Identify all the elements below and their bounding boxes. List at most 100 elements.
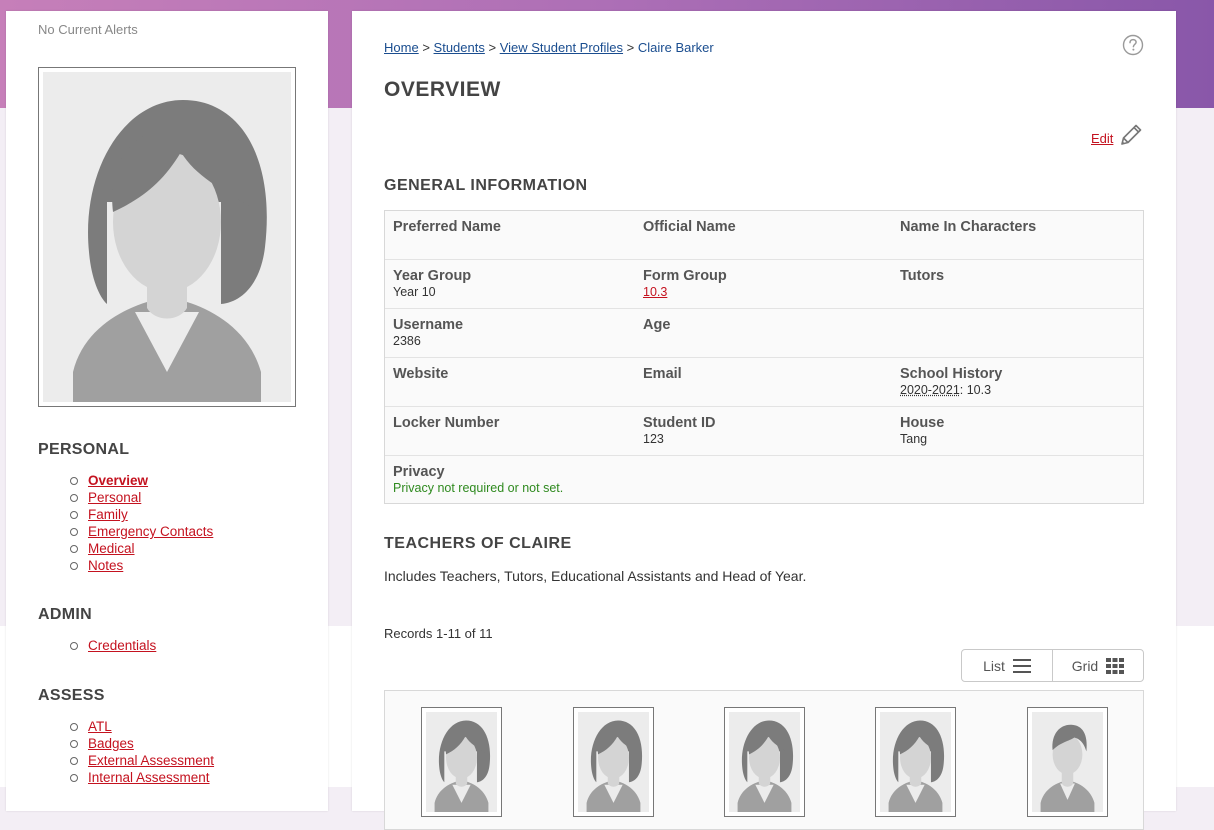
info-row: Year Group Year 10 Form Group 10.3 Tutor…	[385, 260, 1143, 309]
nav-link-overview[interactable]: Overview	[88, 473, 148, 488]
year-group-cell: Year Group Year 10	[393, 268, 471, 299]
teacher-thumbnail[interactable]	[724, 707, 805, 817]
house-value: Tang	[900, 432, 928, 446]
nav-item-external-assessment: External Assessment	[69, 752, 214, 769]
preferred-name-label: Preferred Name	[393, 219, 501, 235]
page-title: OVERVIEW	[384, 78, 501, 101]
breadcrumb: Home > Students > View Student Profiles …	[384, 40, 714, 55]
nav-item-internal-assessment: Internal Assessment	[69, 769, 214, 786]
school-history-cell: School History 2020-2021: 10.3	[900, 366, 1002, 397]
nav-item-family: Family	[69, 506, 213, 523]
username-value: 2386	[393, 334, 421, 348]
breadcrumb-home[interactable]: Home	[384, 40, 419, 55]
teacher-thumbnail[interactable]	[421, 707, 502, 817]
nav-heading-admin: ADMIN	[38, 606, 92, 623]
privacy-label: Privacy	[393, 464, 445, 480]
info-row: Username 2386 Age	[385, 309, 1143, 358]
info-row: Preferred Name Official Name Name In Cha…	[385, 211, 1143, 260]
female-silhouette-icon	[729, 712, 800, 812]
general-information-table: Preferred Name Official Name Name In Cha…	[384, 210, 1144, 504]
nav-item-personal: Personal	[69, 489, 213, 506]
question-circle-icon[interactable]	[1122, 34, 1144, 56]
username-cell: Username 2386	[393, 317, 463, 348]
nav-item-emergency-contacts: Emergency Contacts	[69, 523, 213, 540]
form-group-link[interactable]: 10.3	[643, 285, 727, 299]
nav-list-assess: ATL Badges External Assessment Internal …	[38, 718, 214, 786]
alerts-text: No Current Alerts	[38, 22, 138, 37]
official-name-label: Official Name	[643, 219, 736, 235]
nav-link-badges[interactable]: Badges	[88, 736, 134, 751]
breadcrumb-separator: >	[422, 40, 430, 55]
male-silhouette-icon	[1032, 712, 1103, 812]
email-label: Email	[643, 366, 682, 382]
teacher-thumbnail[interactable]	[875, 707, 956, 817]
breadcrumb-students[interactable]: Students	[434, 40, 485, 55]
nav-link-emergency-contacts[interactable]: Emergency Contacts	[88, 524, 213, 539]
info-row: Website Email School History 2020-2021: …	[385, 358, 1143, 407]
nav-heading-personal: PERSONAL	[38, 441, 130, 458]
username-label: Username	[393, 317, 464, 333]
nav-link-personal[interactable]: Personal	[88, 490, 141, 505]
teacher-thumbnail[interactable]	[1027, 707, 1108, 817]
name-in-characters-label: Name In Characters	[900, 219, 1037, 235]
sidebar: No Current Alerts PERSONAL Overview Pers…	[6, 11, 328, 811]
school-history-year: 2020-2021	[900, 383, 960, 397]
student-id-label: Student ID	[643, 415, 716, 431]
main-panel: Home > Students > View Student Profiles …	[352, 11, 1176, 830]
grid-view-label: Grid	[1071, 657, 1099, 674]
student-id-cell: Student ID 123	[643, 415, 716, 446]
student-photo	[38, 67, 296, 407]
pencil-icon[interactable]	[1118, 122, 1144, 148]
form-group-label: Form Group	[643, 268, 727, 284]
nav-link-notes[interactable]: Notes	[88, 558, 123, 573]
list-view-button[interactable]: List	[962, 650, 1052, 681]
nav-item-medical: Medical	[69, 540, 213, 557]
locker-number-cell: Locker Number	[393, 415, 499, 432]
female-silhouette-icon	[880, 712, 951, 812]
view-toggle: List Grid	[961, 649, 1144, 682]
records-count: Records 1-11 of 11	[384, 626, 493, 641]
teachers-title: TEACHERS OF CLAIRE	[384, 535, 572, 552]
grid-icon	[1106, 657, 1125, 674]
nav-link-family[interactable]: Family	[88, 507, 128, 522]
website-cell: Website	[393, 366, 448, 383]
age-cell: Age	[643, 317, 670, 334]
nav-link-medical[interactable]: Medical	[88, 541, 135, 556]
nav-item-notes: Notes	[69, 557, 213, 574]
edit-link[interactable]: Edit	[1091, 131, 1113, 146]
nav-section-personal: PERSONAL Overview Personal Family Emerge…	[38, 441, 213, 574]
list-view-label: List	[983, 657, 1005, 674]
info-row: Privacy Privacy not required or not set.	[385, 456, 1143, 505]
website-label: Website	[393, 366, 449, 382]
nav-item-badges: Badges	[69, 735, 214, 752]
general-information-title: GENERAL INFORMATION	[384, 177, 588, 194]
privacy-cell: Privacy Privacy not required or not set.	[393, 464, 563, 495]
age-label: Age	[643, 317, 671, 333]
school-history-label: School History	[900, 366, 1003, 382]
breadcrumb-separator: >	[488, 40, 497, 55]
nav-link-credentials[interactable]: Credentials	[88, 638, 156, 653]
nav-link-internal-assessment[interactable]: Internal Assessment	[88, 770, 210, 785]
nav-list-personal: Overview Personal Family Emergency Conta…	[38, 472, 213, 574]
nav-item-atl: ATL	[69, 718, 214, 735]
female-silhouette-icon	[43, 72, 291, 402]
school-history-value: 2020-2021: 10.3	[900, 383, 1002, 397]
nav-item-credentials: Credentials	[69, 637, 156, 654]
year-group-value: Year 10	[393, 285, 436, 299]
nav-link-atl[interactable]: ATL	[88, 719, 112, 734]
nav-section-assess: ASSESS ATL Badges External Assessment In…	[38, 687, 214, 786]
form-group-cell: Form Group 10.3	[643, 268, 727, 299]
school-history-group: : 10.3	[959, 383, 992, 397]
breadcrumb-separator: >	[626, 40, 635, 55]
female-silhouette-icon	[426, 712, 497, 812]
name-in-characters-cell: Name In Characters	[900, 219, 1036, 236]
locker-number-label: Locker Number	[393, 415, 500, 431]
hamburger-list-icon	[1012, 658, 1031, 673]
teacher-thumbnail[interactable]	[573, 707, 654, 817]
nav-link-external-assessment[interactable]: External Assessment	[88, 753, 214, 768]
nav-item-overview: Overview	[69, 472, 213, 489]
female-silhouette-icon	[578, 712, 649, 812]
grid-view-button[interactable]: Grid	[1052, 650, 1143, 681]
official-name-cell: Official Name	[643, 219, 736, 236]
breadcrumb-view-student-profiles[interactable]: View Student Profiles	[500, 40, 623, 55]
